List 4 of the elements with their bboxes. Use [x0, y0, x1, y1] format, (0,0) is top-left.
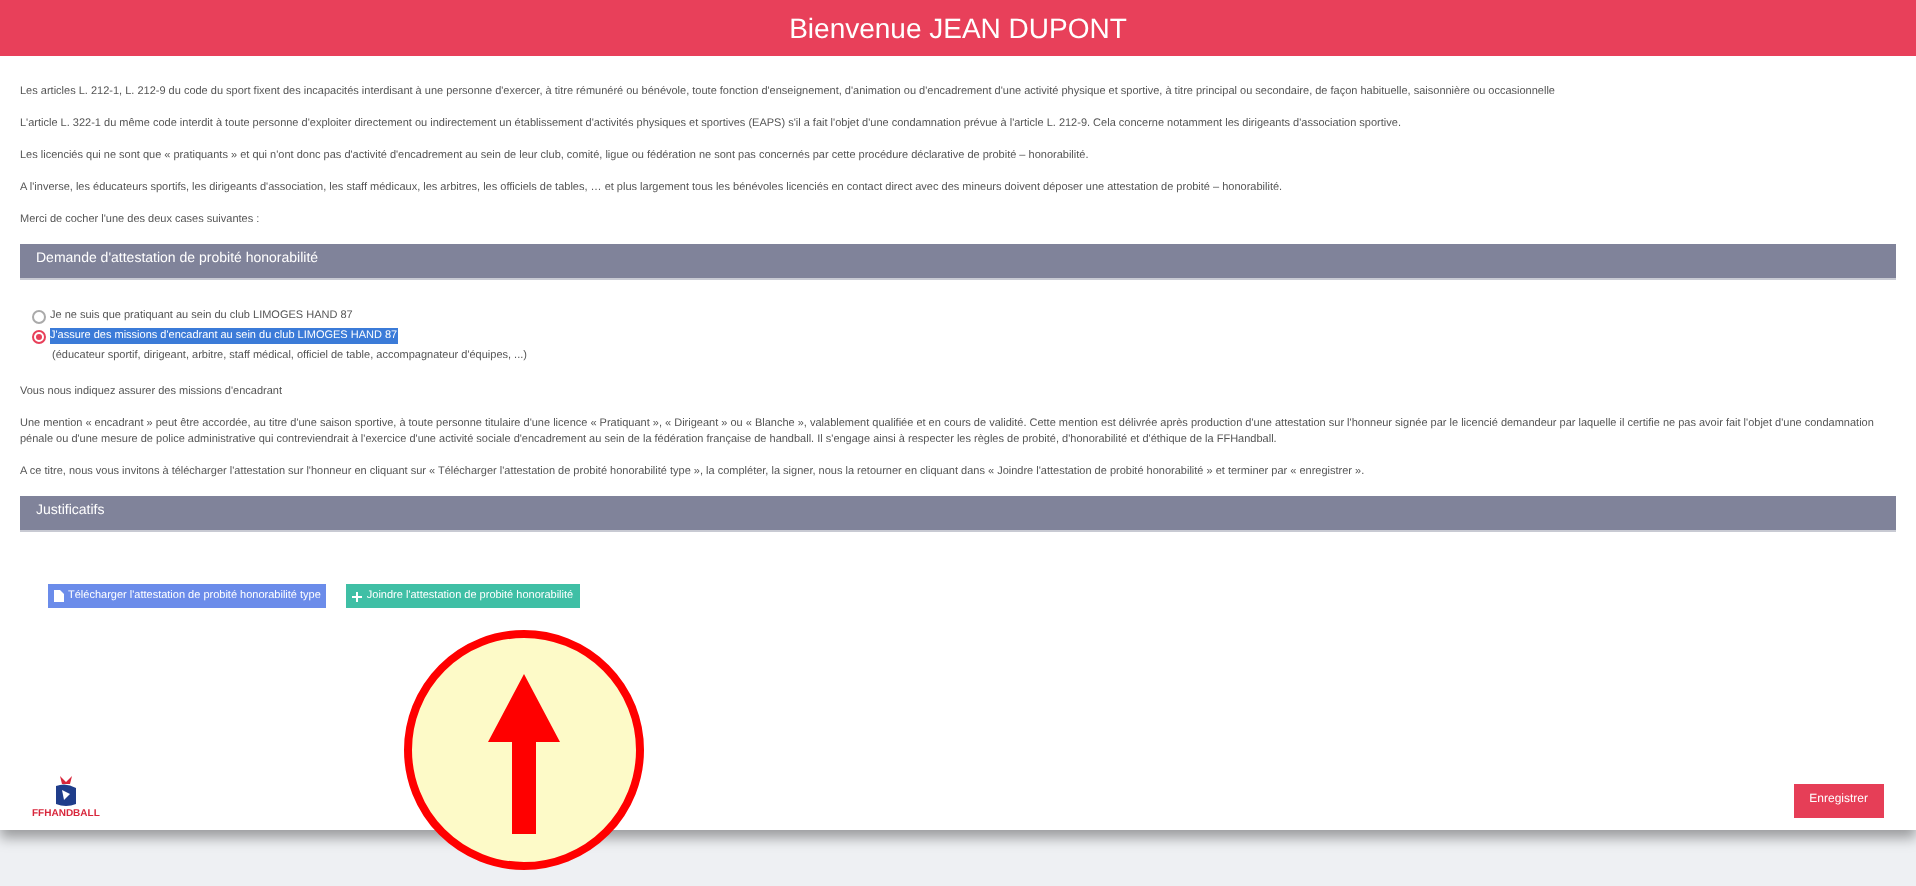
plus-icon — [352, 591, 363, 602]
rooster-icon — [51, 775, 80, 807]
page-title: Bienvenue JEAN DUPONT — [789, 9, 1127, 47]
document-icon — [54, 590, 64, 603]
